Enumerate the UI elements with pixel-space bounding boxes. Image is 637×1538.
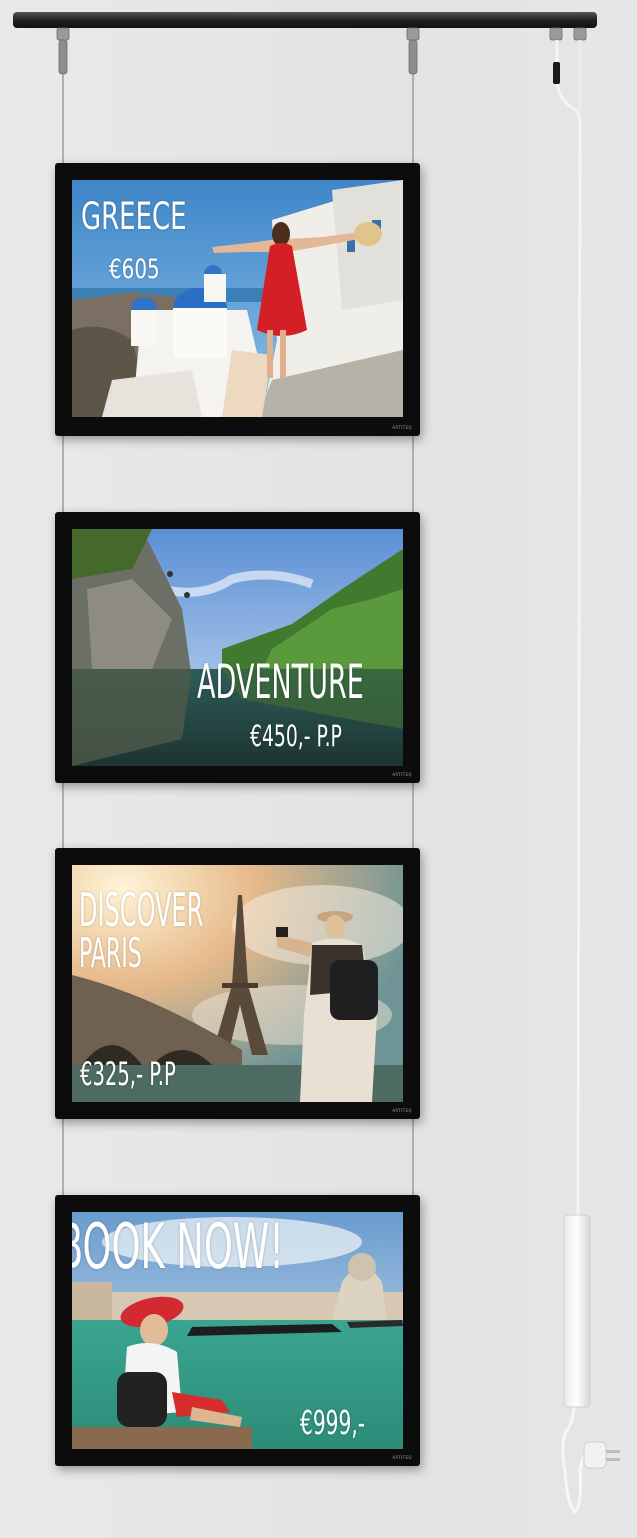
poster-price: €999,- — [300, 1403, 366, 1442]
poster-greece: GREECE €605 — [72, 180, 403, 417]
transformer-box — [563, 1214, 591, 1408]
adventure-photo — [72, 529, 403, 766]
display-scene: GREECE €605 ARTITEQ ADVENTURE €450,- P.P… — [0, 0, 637, 1538]
light-panel-book-now: BOOK NOW! €999,- ARTITEQ — [55, 1195, 420, 1466]
poster-title: BOOK NOW! — [72, 1212, 284, 1283]
light-panel-adventure: ADVENTURE €450,- P.P ARTITEQ — [55, 512, 420, 783]
poster-title: GREECE — [81, 195, 187, 238]
poster-title-line1: DISCOVER — [79, 883, 204, 937]
brand-label: ARTITEQ — [392, 1108, 412, 1113]
poster-price: €325,- P.P — [80, 1055, 176, 1093]
ceiling-rail — [13, 12, 597, 28]
poster-adventure: ADVENTURE €450,- P.P — [72, 529, 403, 766]
light-panel-paris: DISCOVER PARIS €325,- P.P ARTITEQ — [55, 848, 420, 1119]
power-plug — [583, 1441, 620, 1469]
poster-title: ADVENTURE — [197, 655, 364, 710]
poster-price: €450,- P.P — [250, 719, 342, 753]
poster-book-now: BOOK NOW! €999,- — [72, 1212, 403, 1449]
brand-label: ARTITEQ — [392, 772, 412, 777]
brand-label: ARTITEQ — [392, 425, 412, 430]
brand-label: ARTITEQ — [392, 1455, 412, 1460]
cable-grippers — [56, 27, 587, 75]
poster-paris: DISCOVER PARIS €325,- P.P — [72, 865, 403, 1102]
light-panel-greece: GREECE €605 ARTITEQ — [55, 163, 420, 436]
poster-price: €605 — [109, 254, 160, 285]
poster-title-line2: PARIS — [79, 929, 142, 977]
